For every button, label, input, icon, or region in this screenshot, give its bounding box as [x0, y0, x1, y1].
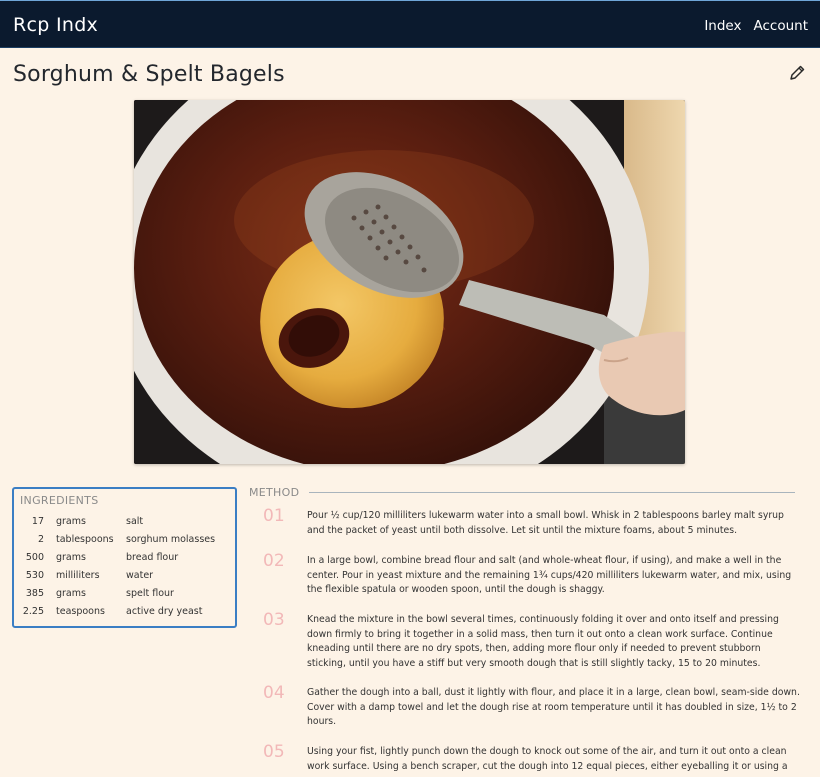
- ingredient-name: bread flour: [126, 552, 179, 563]
- step-text: Using your fist, lightly punch down the …: [307, 746, 788, 772]
- step-text: In a large bowl, combine bread flour and…: [307, 555, 792, 596]
- ingredient-unit: grams: [56, 588, 86, 599]
- method-divider: [309, 492, 795, 493]
- brand-logo[interactable]: Rcp Indx: [13, 14, 98, 36]
- ingredient-unit: milliliters: [56, 570, 100, 581]
- ingredient-unit: teaspoons: [56, 606, 105, 617]
- ingredient-qty: 500: [25, 552, 44, 563]
- step-text: Pour ½ cup/120 milliliters lukewarm wate…: [307, 510, 784, 536]
- nav-links: Index Account: [704, 18, 808, 34]
- ingredients-list: 17 grams salt 2 tablespoons sorghum mola…: [14, 513, 235, 621]
- ingredient-row: 500 grams bread flour: [14, 549, 235, 567]
- nav-link-index[interactable]: Index: [704, 18, 741, 34]
- step-text: Knead the mixture in the bowl several ti…: [307, 614, 779, 669]
- top-navbar: Rcp Indx Index Account: [0, 0, 820, 48]
- method-title: METHOD: [249, 486, 300, 499]
- ingredient-unit: grams: [56, 552, 86, 563]
- ingredient-qty: 530: [25, 570, 44, 581]
- ingredient-row: 385 grams spelt flour: [14, 585, 235, 603]
- page-title: Sorghum & Spelt Bagels: [13, 62, 285, 87]
- ingredient-row: 17 grams salt: [14, 513, 235, 531]
- ingredient-qty: 17: [31, 516, 44, 527]
- nav-link-account[interactable]: Account: [753, 18, 808, 34]
- step-number: 04: [263, 683, 285, 703]
- ingredient-name: salt: [126, 516, 144, 527]
- ingredient-row: 530 milliliters water: [14, 567, 235, 585]
- ingredient-row: 2 tablespoons sorghum molasses: [14, 531, 235, 549]
- ingredient-name: active dry yeast: [126, 606, 203, 617]
- recipe-photo: [134, 100, 685, 464]
- step-number: 01: [263, 506, 285, 526]
- ingredient-unit: tablespoons: [56, 534, 114, 545]
- step-number: 02: [263, 551, 285, 571]
- ingredient-unit: grams: [56, 516, 86, 527]
- ingredients-title: INGREDIENTS: [20, 494, 99, 507]
- ingredient-row: 2.25 teaspoons active dry yeast: [14, 603, 235, 621]
- ingredient-name: sorghum molasses: [126, 534, 216, 545]
- pencil-icon: [790, 65, 805, 80]
- step-text: Gather the dough into a ball, dust it li…: [307, 687, 800, 728]
- ingredient-name: spelt flour: [126, 588, 174, 599]
- ingredient-qty: 2: [37, 534, 44, 545]
- ingredients-panel: INGREDIENTS 17 grams salt 2 tablespoons …: [12, 487, 237, 628]
- ingredient-qty: 385: [25, 588, 44, 599]
- edit-recipe-button[interactable]: [787, 63, 807, 83]
- step-number: 05: [263, 742, 285, 762]
- ingredient-name: water: [126, 570, 154, 581]
- ingredient-qty: 2.25: [22, 606, 44, 617]
- step-number: 03: [263, 610, 285, 630]
